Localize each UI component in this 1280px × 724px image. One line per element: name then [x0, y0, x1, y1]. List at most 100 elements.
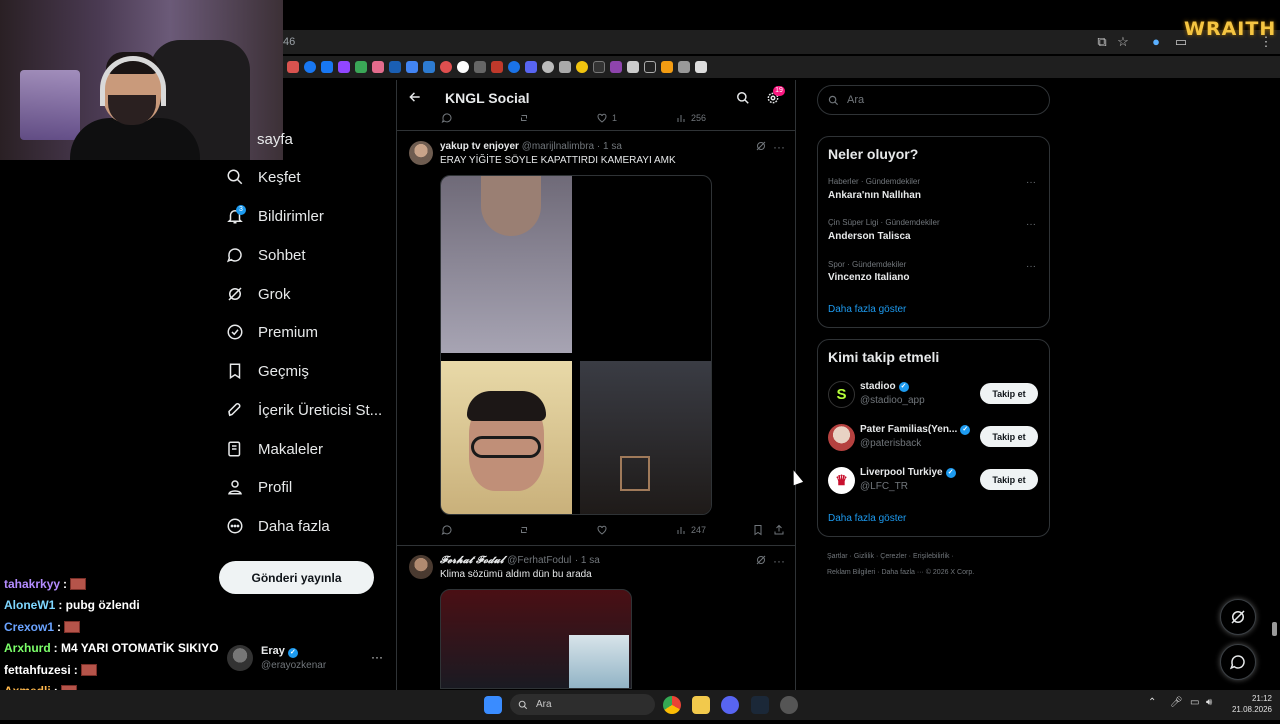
chat-username[interactable]: fettahfuzesi — [4, 663, 71, 677]
retweet-button[interactable] — [518, 112, 530, 124]
discord-icon[interactable] — [721, 696, 739, 714]
bookmark-icon[interactable] — [491, 61, 503, 73]
chat-username[interactable]: Crexow1 — [4, 620, 54, 634]
nav-grok[interactable]: Grok — [226, 279, 291, 309]
show-more-link[interactable]: Daha fazla göster — [828, 304, 906, 315]
taskbar-search[interactable]: Ara — [510, 694, 655, 715]
volume-icon[interactable]: 🔊︎ — [1206, 697, 1212, 708]
footer-line[interactable]: Şartlar · Gizlilik · Çerezler · Erişileb… — [827, 549, 1047, 565]
bookmark-icon[interactable] — [287, 61, 299, 73]
bookmark-icon[interactable] — [406, 61, 418, 73]
bookmark-icon[interactable] — [542, 61, 554, 73]
bookmark-star-icon[interactable]: ☆ — [1115, 34, 1131, 50]
bookmark-icon[interactable] — [678, 61, 690, 73]
scrollbar-thumb[interactable] — [1272, 622, 1277, 636]
show-more-link[interactable]: Daha fazla göster — [828, 513, 906, 524]
bookmark-icon[interactable] — [321, 61, 333, 73]
bookmark-icon[interactable] — [525, 61, 537, 73]
reply-icon[interactable] — [441, 112, 453, 124]
nav-articles[interactable]: Makaleler — [226, 434, 323, 464]
taskbar-clock[interactable]: 21:12 21.08.2026 — [1222, 693, 1272, 715]
nav-premium[interactable]: Premium — [226, 317, 318, 347]
like-button[interactable]: 1 — [596, 112, 617, 124]
tweet-more-icon[interactable]: ··· — [773, 554, 785, 568]
chrome-icon[interactable] — [663, 696, 681, 714]
media-photo[interactable] — [580, 361, 711, 514]
chat-username[interactable]: AloneW1 — [4, 598, 55, 612]
windows-start-icon[interactable] — [484, 696, 502, 714]
post-button[interactable]: Gönderi yayınla — [219, 561, 374, 594]
share-button[interactable] — [773, 524, 785, 536]
account-name[interactable]: Eray ✓ — [261, 645, 298, 658]
tweet-media-grid[interactable] — [440, 175, 712, 515]
nav-chat[interactable]: Sohbet — [226, 240, 306, 270]
views-button[interactable]: 247 — [675, 524, 706, 536]
bookmark-icon[interactable] — [372, 61, 384, 73]
tweet-more-icon[interactable]: ··· — [773, 140, 785, 154]
tray-chevron-icon[interactable]: ⌃ — [1148, 697, 1156, 708]
extension-icon[interactable]: ● — [1148, 34, 1164, 50]
bookmark-icon[interactable] — [474, 61, 486, 73]
bookmark-button[interactable] — [752, 524, 764, 536]
chat-username[interactable]: tahakrkyy — [4, 577, 60, 591]
bookmark-icon[interactable] — [576, 61, 588, 73]
bookmark-icon[interactable] — [610, 61, 622, 73]
tweet-author-handle[interactable]: @FerhatFodul — [507, 555, 571, 566]
tweet-media-photo[interactable] — [440, 589, 632, 689]
media-photo[interactable] — [441, 176, 572, 353]
install-app-icon[interactable]: ⧉ — [1094, 34, 1110, 50]
bookmark-icon[interactable] — [593, 61, 605, 73]
trend-more-icon[interactable]: ··· — [1026, 219, 1036, 230]
trend-more-icon[interactable]: ··· — [1026, 177, 1036, 188]
bookmark-icon[interactable] — [457, 61, 469, 73]
bookmark-icon[interactable] — [695, 61, 707, 73]
tweet-author-handle[interactable]: @marijlnalimbra — [522, 141, 594, 152]
like-button[interactable] — [596, 524, 608, 536]
grok-fab[interactable] — [1220, 599, 1256, 635]
bookmark-icon[interactable] — [440, 61, 452, 73]
follow-suggestion-name[interactable]: Pater Familias(Yen... ✓ — [860, 424, 971, 435]
file-explorer-icon[interactable] — [692, 696, 710, 714]
nav-profile[interactable]: Profil — [226, 472, 292, 502]
follow-suggestion-name[interactable]: stadioo ✓ — [860, 381, 909, 392]
grok-explain-icon[interactable] — [755, 140, 767, 152]
bookmark-icon[interactable] — [423, 61, 435, 73]
follow-suggestion-name[interactable]: Liverpool Turkiye ✓ — [860, 467, 956, 478]
follow-button[interactable]: Takip et — [980, 426, 1038, 447]
bookmark-icon[interactable] — [661, 61, 673, 73]
network-icon[interactable]: ▭ — [1190, 697, 1199, 708]
chat-username[interactable]: Arxhurd — [4, 641, 51, 655]
follow-button[interactable]: Takip et — [980, 469, 1038, 490]
views-button[interactable]: 256 — [675, 112, 706, 124]
bookmark-icon[interactable] — [355, 61, 367, 73]
avatar[interactable] — [227, 645, 253, 671]
account-more-icon[interactable]: ··· — [371, 650, 383, 664]
nav-more[interactable]: Daha fazla — [226, 511, 330, 541]
retweet-button[interactable] — [518, 524, 530, 536]
search-input[interactable]: Ara — [817, 85, 1050, 115]
follow-button[interactable]: Takip et — [980, 383, 1038, 404]
nav-creator-studio[interactable]: İçerik Üreticisi St... — [226, 395, 382, 425]
tweet-author-name[interactable]: yakup tv enjoyer — [440, 141, 519, 152]
trend-item[interactable]: Ankara'nın Nallıhan — [828, 190, 921, 201]
stadioo-logo[interactable]: S — [828, 381, 855, 408]
tweet-avatar[interactable] — [409, 555, 433, 579]
trend-more-icon[interactable]: ··· — [1026, 261, 1036, 272]
nav-explore[interactable]: Keşfet — [226, 162, 301, 192]
bookmark-icon[interactable] — [389, 61, 401, 73]
back-arrow-icon[interactable] — [408, 90, 422, 104]
bookmark-icon[interactable] — [338, 61, 350, 73]
tweet-avatar[interactable] — [409, 141, 433, 165]
grok-explain-icon[interactable] — [755, 554, 767, 566]
media-photo[interactable] — [441, 361, 572, 514]
address-text[interactable]: 46 — [283, 36, 295, 48]
search-icon[interactable] — [736, 91, 750, 105]
trend-item[interactable]: Vincenzo Italiano — [828, 272, 910, 283]
bookmark-icon[interactable] — [508, 61, 520, 73]
bookmark-icon[interactable] — [559, 61, 571, 73]
messages-fab[interactable] — [1220, 644, 1256, 680]
trend-item[interactable]: Anderson Talisca — [828, 231, 911, 242]
bookmark-icon[interactable] — [304, 61, 316, 73]
microphone-icon[interactable]: 🎤︎ — [1170, 697, 1183, 708]
reply-button[interactable] — [441, 524, 453, 536]
